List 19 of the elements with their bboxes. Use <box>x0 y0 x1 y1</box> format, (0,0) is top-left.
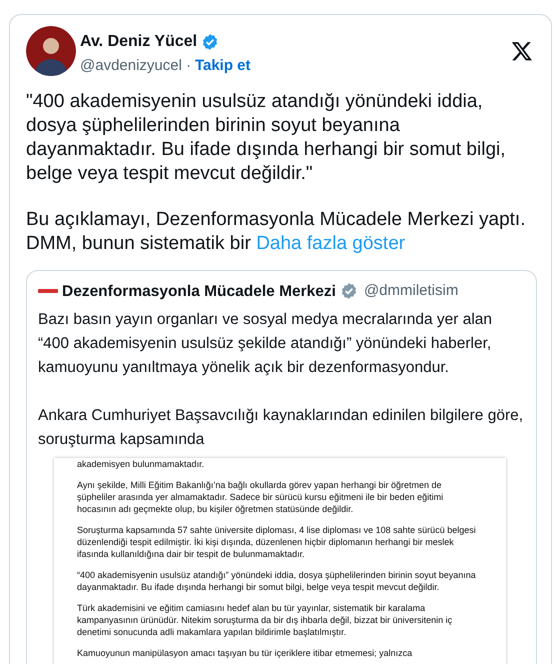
document-text: Kamuoyunun manipülasyon amacı taşıyan bu tür içeriklere itibar etmemesi; yalnızca <box>77 646 414 659</box>
quoted-tweet-text: Bazı basın yayın organları ve sosyal medya mecralarında yer alan “400 akademisyenin usulsüz şekilde atandığı” yönündeki haberler, kamuoyunu yanıltmaya yönelik açık bir dezenformasyondur. <box>38 310 494 378</box>
document-text: Türk akademisini ve eğitim camiasını hedef alan bu tür yayınlar, sistematik bir karalama kampanyasının ürünüdür. Nitekim soruşturma da bir dış ihbarla değil, bizzat bir üniversitenin iç denetimi sonucunda adli makamlara yapılan bildirimle başlatılmıştır. <box>77 602 454 638</box>
separator: · <box>186 56 191 76</box>
quoted-author-handle: @dmmiletisim <box>364 280 458 301</box>
x-logo-icon[interactable] <box>511 40 533 62</box>
avatar-icon <box>26 26 76 76</box>
document-text: Aynı şekilde, Milli Eğitim Bakanlığı’na bağlı okullarda görev yapan herhangi bir öğretmen de şüpheliler arasında yer almamaktadır. Sadece bir sürücü kursu eğitmeni ile bir beden eğitimi hocasının adı geçmekte olup, bu kişiler öğretmen statüsünde değildir. <box>77 478 444 515</box>
author-name[interactable]: Av. Deniz Yücel <box>80 30 198 54</box>
tweet-text: Bu açıklamayı, Dezenformasyonla Mücadele Merkezi yaptı. DMM, bunun sistematik bir Daha fazla göster <box>26 208 526 256</box>
document-text: “400 akademisyenin usulsüz atandığı” yönündeki iddia, dosya şüphelilerinden birinin soyut beyanına dayanmaktadır. Bu ifade dışında herhangi bir somut bilgi, belge veya tespit mevcut değildir. <box>77 568 477 593</box>
quoted-tweet-text: Ankara Cumhuriyet Başsavcılığı kaynaklarından edinilen bilgilere göre, soruşturma kapsamında <box>38 406 524 450</box>
quoted-author-name: Dezenformasyonla Mücadele Merkezi <box>62 282 336 302</box>
quoted-tweet-card[interactable] <box>26 270 537 664</box>
tweet-text: "400 akademisyenin usulsüz atandığı yönündeki iddia, dosya şüphelilerinden birinin soyut beyanına dayanmaktadır. Bu ifade dışında herhangi bir somut bilgi, belge veya tespit mevcut değildir." <box>26 90 507 186</box>
follow-link[interactable]: Takip et <box>194 55 251 78</box>
author-handle[interactable]: @avdenizyucel <box>80 55 182 78</box>
document-text: akademisyen bulunmamaktadır. <box>77 458 206 470</box>
document-text: Soruşturma kapsamında 57 sahte üniversite diploması, 4 lise diploması ve 108 sahte sürücü belgesi düzenlendiği tespit edilmiştir. İki kişi dışında, düzenlenen hiçbir diplomanın herhangi bir meslek ifasında kullanıldığına dair bir tespit de bulunmamaktadır. <box>77 524 477 560</box>
